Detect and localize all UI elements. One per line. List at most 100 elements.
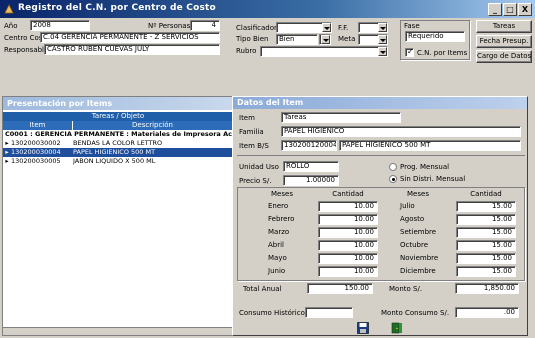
ff-select[interactable]	[358, 22, 388, 33]
tipo-bien-select[interactable]: Bien	[276, 34, 318, 45]
ff-label: F.F.	[338, 24, 349, 32]
item-code-cell: 130200030002	[11, 139, 61, 147]
nro-personas-field[interactable]: 4	[190, 20, 220, 31]
chevron-down-icon[interactable]	[321, 35, 330, 44]
item-rows: ▸ 130200030002 BENDAS LA COLOR LETTRO ▸ 1302…	[3, 139, 233, 166]
month-label: Julio	[400, 202, 415, 210]
fase-label: Fase	[404, 22, 420, 30]
item-bs-code[interactable]: 130200120004	[281, 140, 337, 151]
chevron-down-icon[interactable]	[378, 23, 387, 32]
unidad-uso-field[interactable]: ROLLO	[283, 161, 339, 172]
horizontal-scrollbar[interactable]	[3, 327, 233, 335]
familia-field[interactable]: PAPEL HIGIENICO	[281, 126, 521, 137]
meses-header-left: Meses	[271, 190, 293, 198]
cantidad-header-right: Cantidad	[470, 190, 502, 198]
group-row[interactable]: C0001 : GERENCIA PERMANENTE : Materiales…	[3, 130, 233, 139]
cn-por-items-checkbox[interactable]	[405, 47, 414, 57]
header-form: Año 2008 Nº Personas 4 Centro Costo C.04…	[0, 18, 535, 96]
tipo-bien-dropdown[interactable]	[319, 34, 331, 45]
meses-header-right: Meses	[407, 190, 429, 198]
clasificador-label: Clasificador	[236, 24, 277, 32]
rubro-select[interactable]	[260, 46, 388, 57]
month-quantity-field[interactable]: 10.00	[318, 253, 378, 264]
prog-mensual-label: Prog. Mensual	[400, 163, 450, 171]
month-label: Octubre	[400, 241, 429, 249]
maximize-button[interactable]: □	[503, 3, 517, 16]
monto-field: 1,850.00	[455, 283, 519, 294]
month-quantity-field[interactable]: 10.00	[318, 266, 378, 277]
table-row[interactable]: ▸ 130200030005 JABON LIQUIDO X 500 ML	[3, 157, 233, 166]
item-desc-cell: BENDAS LA COLOR LETTRO	[73, 139, 163, 147]
precio-field[interactable]: 1.00000	[283, 175, 339, 186]
meta-label: Meta	[338, 35, 356, 43]
month-label: Agosto	[400, 215, 425, 223]
month-quantity-field[interactable]: 15.00	[456, 201, 516, 212]
unidad-uso-label: Unidad Uso	[239, 163, 279, 171]
cantidad-header-left: Cantidad	[332, 190, 364, 198]
save-button[interactable]	[357, 322, 371, 335]
sin-dist-radio[interactable]	[389, 175, 397, 183]
month-label: Junio	[268, 267, 286, 275]
exit-button[interactable]	[391, 322, 405, 335]
minimize-button[interactable]: _	[488, 3, 502, 16]
month-quantity-field[interactable]: 15.00	[456, 227, 516, 238]
tipo-bien-label: Tipo Bien	[236, 35, 269, 43]
responsable-field[interactable]: CASTRO RUBEN CUEVAS JULY	[44, 44, 220, 55]
item-field[interactable]: Tareas	[281, 112, 401, 123]
chevron-down-icon[interactable]	[322, 23, 331, 32]
item-code-cell: 130200030004	[11, 148, 61, 156]
consumo-historico-label: Consumo Histórico	[239, 309, 305, 317]
cn-por-items-label: C.N. por Items	[417, 49, 468, 57]
items-panel-title: Presentación por Items	[3, 97, 233, 110]
meta-select[interactable]	[358, 34, 388, 45]
detail-dialog: Datos del Item Item Tareas Familia PAPEL…	[232, 96, 528, 336]
item-desc-cell: PAPEL HIGIENICO 500 MT	[73, 148, 156, 156]
row-expand-icon[interactable]: ▸	[3, 148, 11, 157]
month-label: Diciembre	[400, 267, 436, 275]
row-expand-icon[interactable]: ▸	[3, 157, 11, 166]
month-label: Mayo	[268, 254, 287, 262]
centro-costo-field[interactable]: C.04 GERENCIA PERMANENTE - Z SERVICIOS	[40, 32, 220, 43]
consumo-historico-field[interactable]	[305, 307, 353, 318]
col-descripcion[interactable]: Descripción	[73, 121, 233, 130]
item-bs-desc[interactable]: PAPEL HIGIENICO 500 MT	[339, 140, 521, 151]
month-quantity-field[interactable]: 10.00	[318, 201, 378, 212]
table-row[interactable]: ▸ 130200030002 BENDAS LA COLOR LETTRO	[3, 139, 233, 148]
month-quantity-field[interactable]: 15.00	[456, 266, 516, 277]
month-quantity-field[interactable]: 15.00	[456, 214, 516, 225]
item-desc-cell: JABON LIQUIDO X 500 ML	[73, 157, 156, 165]
grid-header: Item Descripción	[3, 121, 233, 130]
row-expand-icon[interactable]: ▸	[3, 139, 11, 148]
item-label: Item	[239, 114, 255, 122]
table-row[interactable]: ▸ 130200030004 PAPEL HIGIENICO 500 MT	[3, 148, 233, 157]
fase-group: Fase Requerido C.N. por Items	[400, 20, 470, 60]
month-quantity-field[interactable]: 10.00	[318, 214, 378, 225]
col-item[interactable]: Item	[3, 121, 73, 130]
tareas-button[interactable]: Tareas	[476, 20, 532, 33]
rubro-label: Rubro	[236, 47, 257, 55]
month-quantity-field[interactable]: 10.00	[318, 227, 378, 238]
month-label: Abril	[268, 241, 284, 249]
fase-select[interactable]: Requerido	[405, 31, 465, 42]
divider	[237, 155, 525, 156]
chevron-down-icon[interactable]	[378, 47, 387, 56]
anio-label: Año	[4, 22, 18, 30]
month-quantity-field[interactable]: 15.00	[456, 253, 516, 264]
month-quantity-field[interactable]: 10.00	[318, 240, 378, 251]
prog-mensual-radio[interactable]	[389, 163, 397, 171]
grid-title: Tareas / Objeto	[3, 112, 233, 121]
clasificador-select[interactable]	[276, 22, 332, 33]
cargo-datos-button[interactable]: Cargo de Datos	[476, 50, 532, 63]
familia-label: Familia	[239, 128, 264, 136]
fecha-presup-button[interactable]: Fecha Presup.	[476, 35, 532, 48]
month-label: Febrero	[268, 215, 295, 223]
month-quantity-field[interactable]: 15.00	[456, 240, 516, 251]
monto-consumo-label: Monto Consumo S/.	[381, 309, 450, 317]
exit-door-icon	[391, 322, 402, 334]
anio-field[interactable]: 2008	[30, 20, 90, 31]
close-button[interactable]: X	[518, 3, 532, 16]
monto-consumo-field[interactable]: .00	[455, 307, 519, 318]
detail-title: Datos del Item	[233, 97, 527, 109]
sin-dist-label: Sin Distri. Mensual	[400, 175, 466, 183]
chevron-down-icon[interactable]	[378, 35, 387, 44]
